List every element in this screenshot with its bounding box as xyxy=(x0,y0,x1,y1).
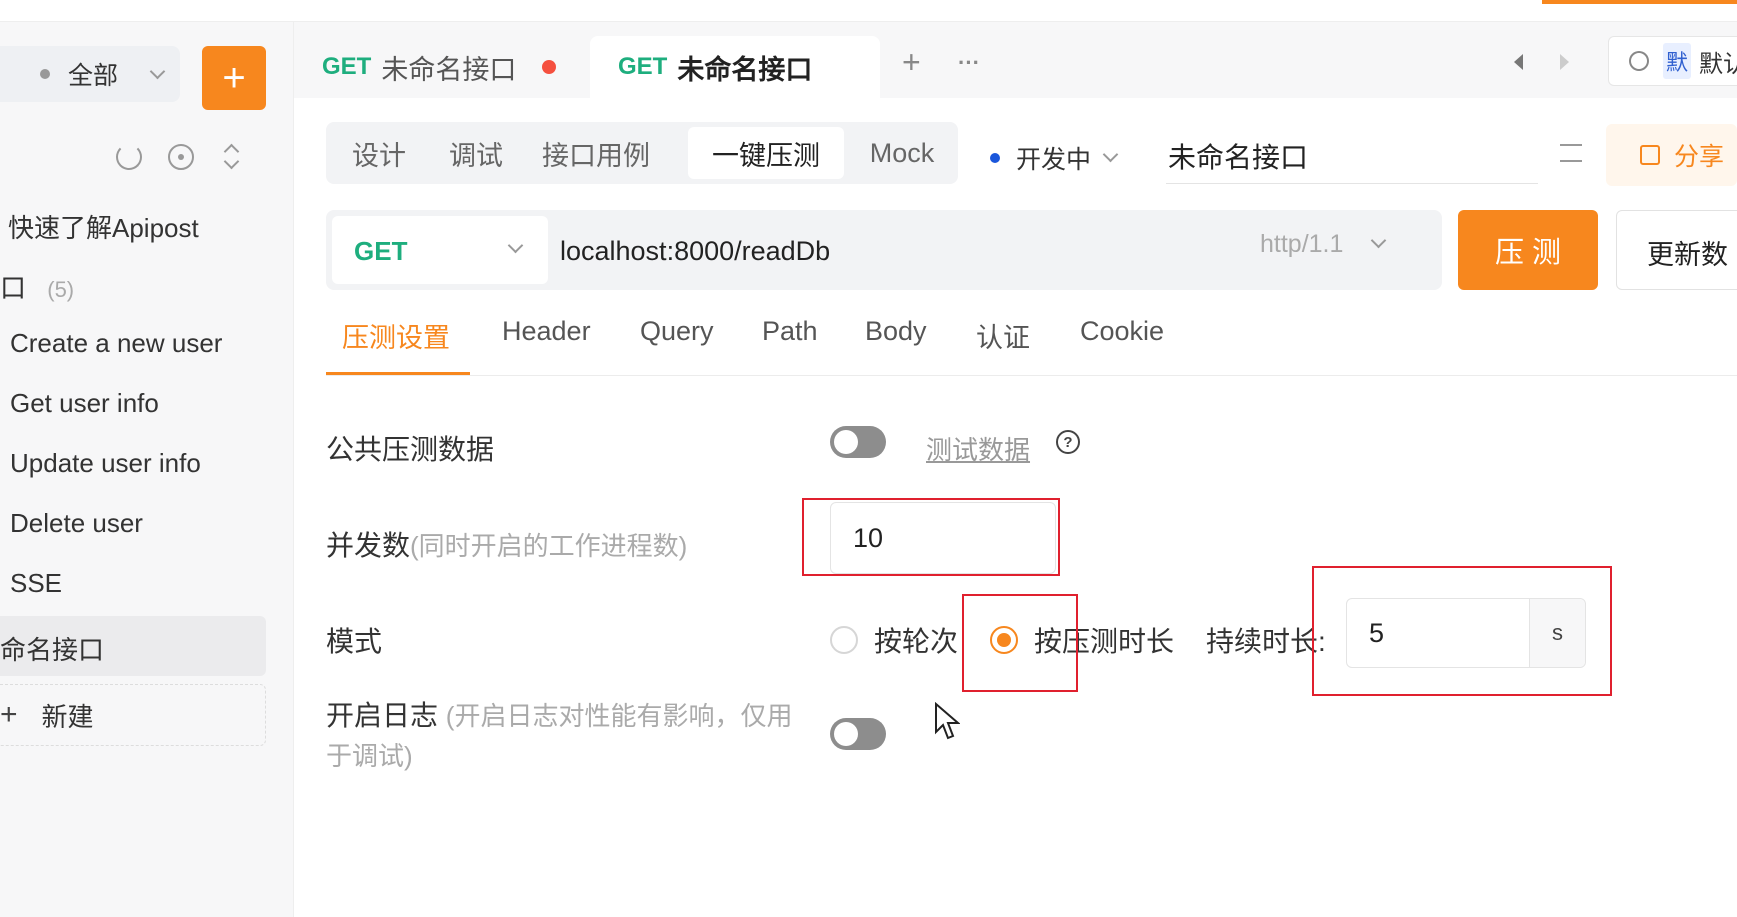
edit-description-icon[interactable] xyxy=(1560,144,1582,162)
subtab-header[interactable]: Header xyxy=(502,316,591,347)
sidebar-item-quickstart[interactable]: 快速了解Apipost xyxy=(8,208,199,245)
status-label: 开发中 xyxy=(1016,146,1092,174)
url-value: localhost:8000/readDb xyxy=(560,236,831,266)
subtab-path[interactable]: Path xyxy=(762,316,818,347)
sidebar-item-update-user[interactable]: Update user info xyxy=(10,448,201,479)
log-hint-line2: 于调试) xyxy=(326,741,413,771)
sidebar-item-folder[interactable]: 口 (5) xyxy=(0,268,74,305)
concurrency-label: 并发数(同时开启的工作进程数) xyxy=(326,524,687,564)
add-tab-button[interactable]: + xyxy=(902,44,921,81)
chevron-down-icon xyxy=(1102,146,1119,162)
unsaved-dot-icon xyxy=(542,60,557,74)
log-toggle[interactable] xyxy=(830,718,886,750)
api-name-value: 未命名接口 xyxy=(1168,142,1309,173)
new-item-button[interactable]: + 新建 xyxy=(0,684,266,746)
highlight-box-duration xyxy=(1312,566,1612,696)
run-load-test-button[interactable]: 压 测 xyxy=(1458,210,1598,290)
filter-dot-icon xyxy=(40,69,50,79)
subtab-query[interactable]: Query xyxy=(640,316,714,347)
status-dropdown[interactable]: 开发中 xyxy=(990,140,1119,176)
protocol-label: http/1.1 xyxy=(1260,230,1344,258)
concurrency-hint: (同时开启的工作进程数) xyxy=(410,531,688,561)
tab-cases[interactable]: 接口用例 xyxy=(526,127,666,179)
tab-unnamed-1[interactable]: GET 未命名接口 xyxy=(294,36,584,98)
update-data-label: 更新数 xyxy=(1647,240,1728,270)
mode-label: 模式 xyxy=(326,626,383,657)
subtab-auth[interactable]: 认证 xyxy=(976,316,1030,355)
settings-icon xyxy=(1629,51,1649,71)
more-tabs-button[interactable]: ··· xyxy=(958,50,980,76)
mouse-cursor-icon xyxy=(935,702,960,740)
tab-title: 未命名接口 xyxy=(677,54,813,85)
test-data-link[interactable]: 测试数据 xyxy=(926,430,1030,467)
mode-radio-rounds[interactable]: 按轮次 xyxy=(830,620,958,660)
subtab-cookie[interactable]: Cookie xyxy=(1080,316,1164,347)
sidebar: 全部 + 快速了解Apipost 口 (5) Create a new user… xyxy=(0,22,294,917)
share-icon xyxy=(1640,145,1660,165)
environment-selector[interactable]: 默 默认 xyxy=(1608,36,1737,86)
help-icon[interactable]: ? xyxy=(1056,430,1080,454)
add-button[interactable]: + xyxy=(202,46,266,110)
url-input[interactable]: localhost:8000/readDb xyxy=(552,216,1182,284)
subtab-body[interactable]: Body xyxy=(865,316,927,347)
env-label: 默认 xyxy=(1699,50,1737,78)
api-name-input[interactable]: 未命名接口 xyxy=(1166,124,1538,184)
method-label: GET xyxy=(354,236,408,266)
subtab-divider xyxy=(326,375,1737,376)
sidebar-item-create-user[interactable]: Create a new user xyxy=(10,328,222,359)
method-select[interactable]: GET xyxy=(332,216,548,284)
filter-label: 全部 xyxy=(68,62,119,90)
share-button[interactable]: 分享 xyxy=(1606,124,1737,186)
sidebar-item-unnamed-active[interactable]: 命名接口 xyxy=(0,616,266,676)
tab-method: GET xyxy=(322,53,372,80)
request-tabs-bar: GET 未命名接口 GET 未命名接口 + ··· 默 默认 xyxy=(294,22,1737,98)
log-title: 开启日志 xyxy=(326,700,439,731)
top-orange-strip xyxy=(1542,0,1737,4)
highlight-box-mode xyxy=(962,594,1078,692)
status-dot-icon xyxy=(990,153,1000,163)
tab-unnamed-2[interactable]: GET 未命名接口 xyxy=(590,36,880,98)
plus-icon: + xyxy=(0,698,18,731)
mode-rounds-label: 按轮次 xyxy=(874,626,959,657)
radio-unchecked-icon xyxy=(830,626,858,654)
tab-title: 未命名接口 xyxy=(381,54,517,85)
log-label: 开启日志 (开启日志对性能有影响，仅用 于调试) xyxy=(326,696,826,776)
tab-method: GET xyxy=(618,53,668,80)
public-data-label: 公共压测数据 xyxy=(326,434,495,465)
sidebar-item-unnamed-label: 命名接口 xyxy=(0,635,105,665)
tab-mock[interactable]: Mock xyxy=(852,127,952,179)
protocol-select[interactable]: http/1.1 xyxy=(1260,230,1387,259)
env-badge: 默 xyxy=(1662,43,1691,79)
tab-debug[interactable]: 调试 xyxy=(426,127,526,179)
highlight-box-concurrency xyxy=(802,498,1060,576)
concurrency-title: 并发数 xyxy=(326,530,411,561)
duration-label: 持续时长: xyxy=(1206,626,1326,657)
scroll-left-icon[interactable] xyxy=(1514,54,1523,70)
top-bar xyxy=(0,0,1737,22)
folder-count: (5) xyxy=(47,277,75,302)
sidebar-item-sse[interactable]: SSE xyxy=(10,568,62,599)
log-hint-line1: (开启日志对性能有影响，仅用 xyxy=(445,701,793,731)
scroll-right-icon[interactable] xyxy=(1560,54,1569,70)
refresh-icon[interactable] xyxy=(116,144,142,170)
url-bar: GET localhost:8000/readDb http/1.1 xyxy=(326,210,1442,290)
update-data-button[interactable]: 更新数 xyxy=(1616,210,1737,290)
locate-icon[interactable] xyxy=(168,144,194,170)
folder-label: 口 xyxy=(0,273,27,303)
sidebar-item-get-user[interactable]: Get user info xyxy=(10,388,159,419)
chevron-down-icon xyxy=(1371,232,1387,249)
chevron-down-icon xyxy=(507,237,524,254)
tab-load-test[interactable]: 一键压测 xyxy=(688,127,844,179)
expand-collapse-icon[interactable] xyxy=(222,140,242,174)
filter-select[interactable]: 全部 xyxy=(0,46,180,102)
new-item-label: 新建 xyxy=(41,701,94,732)
subtab-load-settings[interactable]: 压测设置 xyxy=(342,316,450,355)
mode-tabs: 设计 调试 接口用例 一键压测 Mock xyxy=(326,122,958,184)
tab-design[interactable]: 设计 xyxy=(326,127,432,179)
sidebar-item-delete-user[interactable]: Delete user xyxy=(10,508,143,539)
public-data-toggle[interactable] xyxy=(830,426,886,458)
chevron-down-icon xyxy=(149,63,166,79)
share-label: 分享 xyxy=(1674,143,1725,171)
